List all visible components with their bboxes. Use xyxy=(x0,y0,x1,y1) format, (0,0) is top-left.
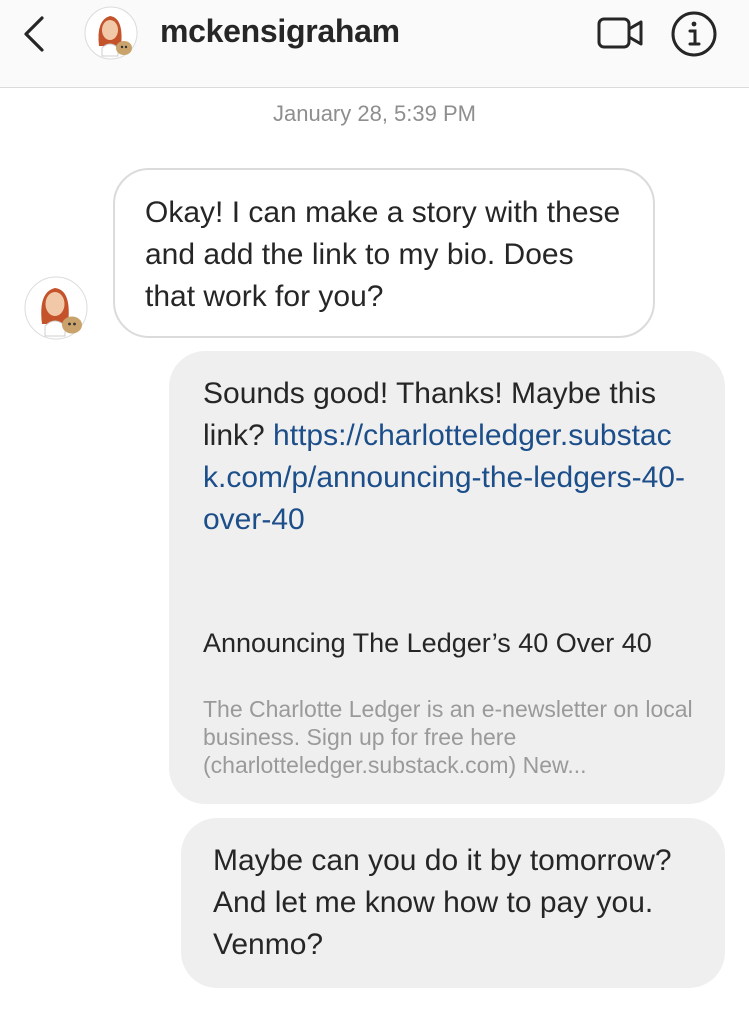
sender-avatar[interactable] xyxy=(24,276,88,340)
incoming-message-bubble[interactable]: Okay! I can make a story with these and … xyxy=(113,168,655,338)
video-camera-icon xyxy=(597,17,643,49)
chat-header: mckensigraham xyxy=(0,0,749,88)
message-text: Maybe can you do it by tomorrow? And let… xyxy=(213,844,672,961)
outgoing-message-bubble[interactable]: Maybe can you do it by tomorrow? And let… xyxy=(181,818,725,988)
info-button[interactable] xyxy=(670,10,718,58)
avatar[interactable] xyxy=(84,6,138,60)
message-text: Okay! I can make a story with these and … xyxy=(145,196,621,313)
link-preview-title[interactable]: Announcing The Ledger’s 40 Over 40 xyxy=(203,627,683,660)
link-preview-description: The Charlotte Ledger is an e-newsletter … xyxy=(203,696,693,778)
outgoing-message-bubble[interactable]: Sounds good! Thanks! Maybe this link? ht… xyxy=(169,351,725,804)
message-link[interactable]: https://charlotteledger.substack.com/p/a… xyxy=(203,419,685,536)
info-icon xyxy=(671,11,717,57)
bitmoji-avatar-icon xyxy=(84,6,138,60)
chat-username[interactable]: mckensigraham xyxy=(160,13,400,50)
chevron-left-icon xyxy=(24,16,44,52)
message-timestamp: January 28, 5:39 PM xyxy=(272,101,476,126)
video-call-button[interactable] xyxy=(596,14,646,52)
bitmoji-avatar-icon xyxy=(24,276,88,340)
back-button[interactable] xyxy=(18,14,52,54)
